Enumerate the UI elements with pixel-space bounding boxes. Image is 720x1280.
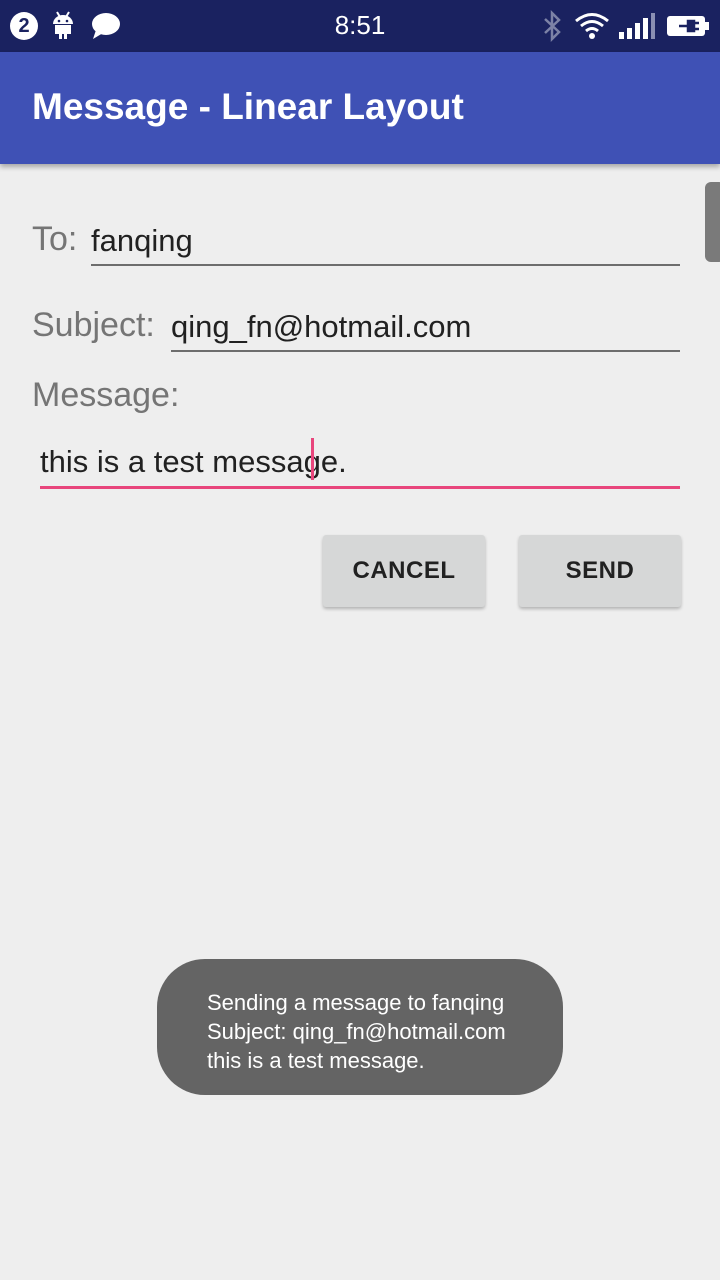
send-button[interactable]: SEND (519, 535, 681, 607)
toast-line: Subject: qing_fn@hotmail.com (207, 1019, 506, 1044)
scroll-handle[interactable] (705, 182, 720, 262)
signal-icon (619, 13, 655, 39)
subject-field[interactable] (171, 308, 680, 352)
status-time: 8:51 (334, 10, 386, 40)
wifi-icon (575, 13, 609, 39)
status-bar: 2 8:51 (0, 0, 720, 52)
message-label: Message: (32, 376, 180, 414)
toast-line: Sending a message to fanqing (207, 990, 505, 1015)
toast-line: this is a test message. (207, 1048, 425, 1073)
app-title: Message - Linear Layout (32, 86, 464, 127)
to-field[interactable] (91, 222, 680, 266)
subject-label: Subject: (32, 306, 155, 344)
cancel-button[interactable]: CANCEL (323, 535, 485, 607)
message-field[interactable] (40, 442, 680, 489)
to-label: To: (32, 220, 78, 258)
toast-notification: Sending a message to fanqing Subject: qi… (157, 959, 563, 1095)
app-bar: Message - Linear Layout (0, 52, 720, 164)
battery-charging-icon (667, 16, 709, 36)
text-cursor (311, 438, 314, 480)
bluetooth-icon (544, 10, 561, 42)
